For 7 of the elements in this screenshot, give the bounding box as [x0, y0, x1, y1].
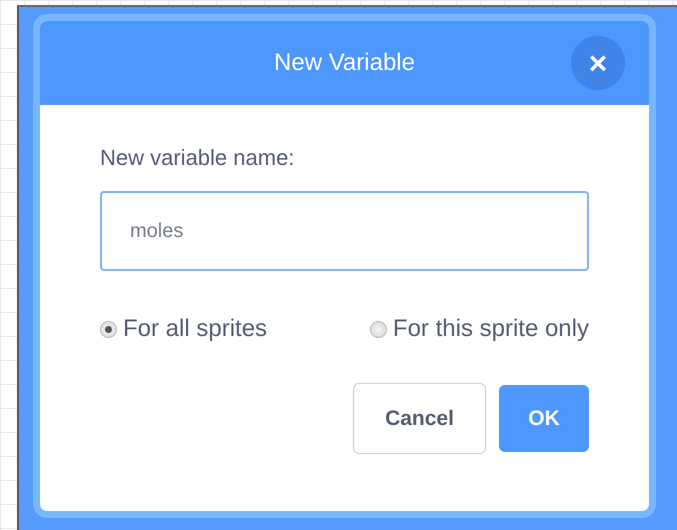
cancel-button[interactable]: Cancel — [353, 383, 486, 454]
radio-button[interactable] — [370, 320, 387, 338]
dialog-title: New Variable — [274, 49, 415, 77]
close-button[interactable]: × — [571, 36, 625, 90]
radio-button[interactable] — [100, 320, 117, 338]
variable-name-field[interactable]: moles — [100, 191, 589, 271]
field-label: New variable name: — [100, 145, 296, 171]
